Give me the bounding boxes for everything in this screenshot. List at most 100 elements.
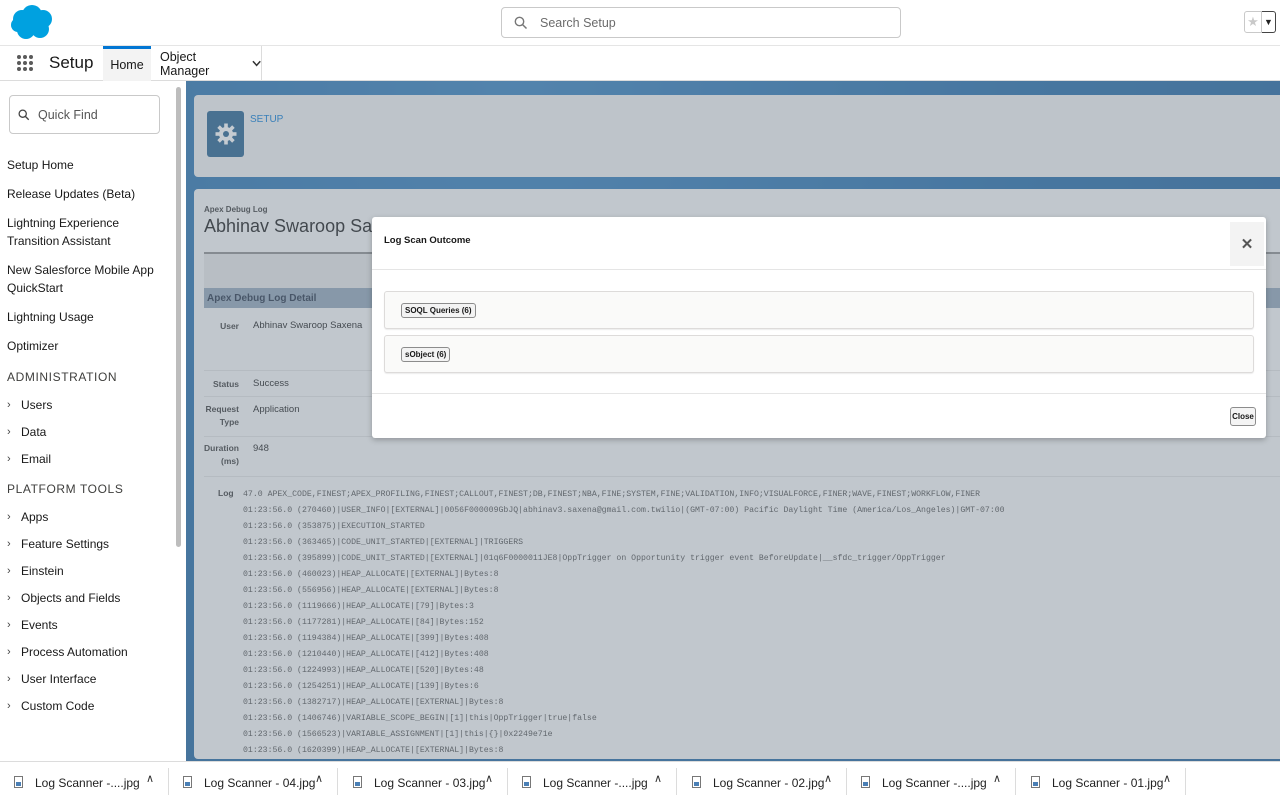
chevron-right-icon: › — [7, 426, 11, 438]
sidebar-tree: Setup Home Release Updates (Beta) Lightn… — [7, 151, 172, 720]
accordion-soql-queries[interactable]: SOQL Queries (6) — [384, 291, 1254, 329]
sidebar-scrollbar[interactable] — [176, 87, 181, 547]
download-filename: Log Scanner - 02.jpg — [713, 776, 825, 790]
sidebar-item-label: Objects and Fields — [21, 591, 121, 605]
sidebar-item-email[interactable]: › Email — [7, 446, 172, 473]
sidebar-link-optimizer[interactable]: Optimizer — [7, 332, 172, 361]
sidebar-item-label: Process Automation — [21, 645, 128, 659]
sidebar-item-label: Feature Settings — [21, 537, 110, 551]
download-filename: Log Scanner -....jpg — [882, 776, 987, 790]
log-scan-outcome-modal: Log Scan Outcome ✕ SOQL Queries (6) sObj… — [372, 217, 1266, 438]
app-launcher-icon[interactable] — [17, 55, 33, 71]
sidebar-item-label: Users — [21, 398, 53, 412]
image-file-icon — [353, 776, 362, 788]
chevron-up-icon[interactable]: ∧ — [654, 772, 662, 785]
image-file-icon — [861, 776, 870, 788]
chevron-up-icon[interactable]: ∧ — [993, 772, 1001, 785]
tab-label: Home — [110, 58, 144, 72]
download-item[interactable]: Log Scanner - 03.jpg ∧ — [339, 762, 509, 800]
chevron-right-icon: › — [7, 646, 11, 658]
sidebar-item-apps[interactable]: › Apps — [7, 504, 172, 531]
sidebar-link-mobile-quickstart[interactable]: New Salesforce Mobile App QuickStart — [7, 256, 172, 303]
sidebar-item-label: Data — [21, 425, 47, 439]
modal-title: Log Scan Outcome — [384, 235, 471, 246]
modal-footer: Close — [372, 393, 1266, 438]
search-icon — [18, 108, 30, 120]
image-file-icon — [1031, 776, 1040, 788]
download-item[interactable]: Log Scanner -....jpg ∧ — [508, 762, 678, 800]
download-item[interactable]: Log Scanner - 02.jpg ∧ — [678, 762, 848, 800]
section-toggle-button[interactable]: SOQL Queries (6) — [401, 303, 476, 318]
download-filename: Log Scanner - 03.jpg — [374, 776, 486, 790]
sidebar-heading-platform-tools: PLATFORM TOOLS — [7, 482, 124, 496]
sidebar-heading-administration: ADMINISTRATION — [7, 370, 118, 384]
chevron-up-icon[interactable]: ∧ — [146, 772, 154, 785]
chevron-right-icon: › — [7, 565, 11, 577]
sidebar-item-process-automation[interactable]: › Process Automation — [7, 639, 172, 666]
image-file-icon — [14, 776, 23, 788]
sidebar-item-label: Email — [21, 452, 52, 466]
divider — [1015, 768, 1016, 795]
chevron-right-icon: › — [7, 673, 11, 685]
sidebar-item-user-interface[interactable]: › User Interface — [7, 666, 172, 693]
favorites-control[interactable]: ★ ▼ — [1244, 11, 1276, 33]
sidebar-item-custom-code[interactable]: › Custom Code — [7, 693, 172, 720]
sidebar-item-users[interactable]: › Users — [7, 392, 172, 419]
download-item[interactable]: Log Scanner - 04.jpg ∧ — [169, 762, 339, 800]
sidebar-item-label: User Interface — [21, 672, 97, 686]
download-item[interactable]: Log Scanner -....jpg ∧ — [847, 762, 1017, 800]
salesforce-cloud-icon[interactable] — [10, 4, 54, 42]
sidebar-item-events[interactable]: › Events — [7, 612, 172, 639]
close-button[interactable]: Close — [1230, 407, 1256, 426]
tab-object-manager[interactable]: Object Manager — [151, 46, 262, 81]
download-filename: Log Scanner - 04.jpg — [204, 776, 316, 790]
chevron-right-icon: › — [7, 399, 11, 411]
close-icon[interactable]: ✕ — [1230, 222, 1264, 266]
global-header: ★ ▼ — [0, 0, 1280, 46]
sidebar-item-einstein[interactable]: › Einstein — [7, 558, 172, 585]
download-item[interactable]: Log Scanner - 01.jpg ∧ — [1017, 762, 1187, 800]
star-icon[interactable]: ★ — [1244, 11, 1262, 33]
chevron-right-icon: › — [7, 511, 11, 523]
setup-sidebar: Setup Home Release Updates (Beta) Lightn… — [0, 81, 186, 761]
modal-header: Log Scan Outcome ✕ — [372, 217, 1266, 270]
chevron-up-icon[interactable]: ∧ — [824, 772, 832, 785]
chevron-down-icon[interactable] — [252, 60, 261, 67]
global-search-input[interactable] — [540, 15, 880, 30]
sidebar-link-release-updates[interactable]: Release Updates (Beta) — [7, 180, 172, 209]
image-file-icon — [183, 776, 192, 788]
chevron-right-icon: › — [7, 538, 11, 550]
image-file-icon — [692, 776, 701, 788]
chevron-down-icon[interactable]: ▼ — [1262, 11, 1276, 33]
quick-find-input[interactable] — [38, 107, 148, 122]
accordion-sobject[interactable]: sObject (6) — [384, 335, 1254, 373]
download-item[interactable]: Log Scanner -....jpg ∧ — [0, 762, 170, 800]
section-toggle-button[interactable]: sObject (6) — [401, 347, 451, 362]
sidebar-item-feature-settings[interactable]: › Feature Settings — [7, 531, 172, 558]
chevron-up-icon[interactable]: ∧ — [485, 772, 493, 785]
tab-home[interactable]: Home — [103, 46, 151, 81]
download-filename: Log Scanner -....jpg — [543, 776, 648, 790]
sidebar-link-lightning-usage[interactable]: Lightning Usage — [7, 303, 172, 332]
sidebar-item-label: Apps — [21, 510, 49, 524]
sidebar-link-transition-assistant[interactable]: Lightning Experience Transition Assistan… — [7, 209, 172, 256]
divider — [337, 768, 338, 795]
divider — [676, 768, 677, 795]
chevron-up-icon[interactable]: ∧ — [1163, 772, 1171, 785]
tab-label: Object Manager — [160, 49, 210, 78]
sidebar-item-objects-and-fields[interactable]: › Objects and Fields — [7, 585, 172, 612]
sidebar-item-label: Einstein — [21, 564, 64, 578]
app-nav-bar: Setup Home Object Manager — [0, 46, 1280, 81]
chevron-right-icon: › — [7, 700, 11, 712]
chevron-up-icon[interactable]: ∧ — [315, 772, 323, 785]
sidebar-item-label: Custom Code — [21, 699, 95, 713]
global-search-box[interactable] — [501, 7, 901, 38]
sidebar-link-setup-home[interactable]: Setup Home — [7, 151, 172, 180]
download-filename: Log Scanner - 01.jpg — [1052, 776, 1164, 790]
sidebar-item-data[interactable]: › Data — [7, 419, 172, 446]
chevron-right-icon: › — [7, 453, 11, 465]
download-shelf: Log Scanner -....jpg ∧ Log Scanner - 04.… — [0, 761, 1280, 800]
search-icon — [514, 16, 528, 29]
quick-find-box[interactable] — [9, 95, 160, 134]
app-name: Setup — [49, 53, 94, 72]
